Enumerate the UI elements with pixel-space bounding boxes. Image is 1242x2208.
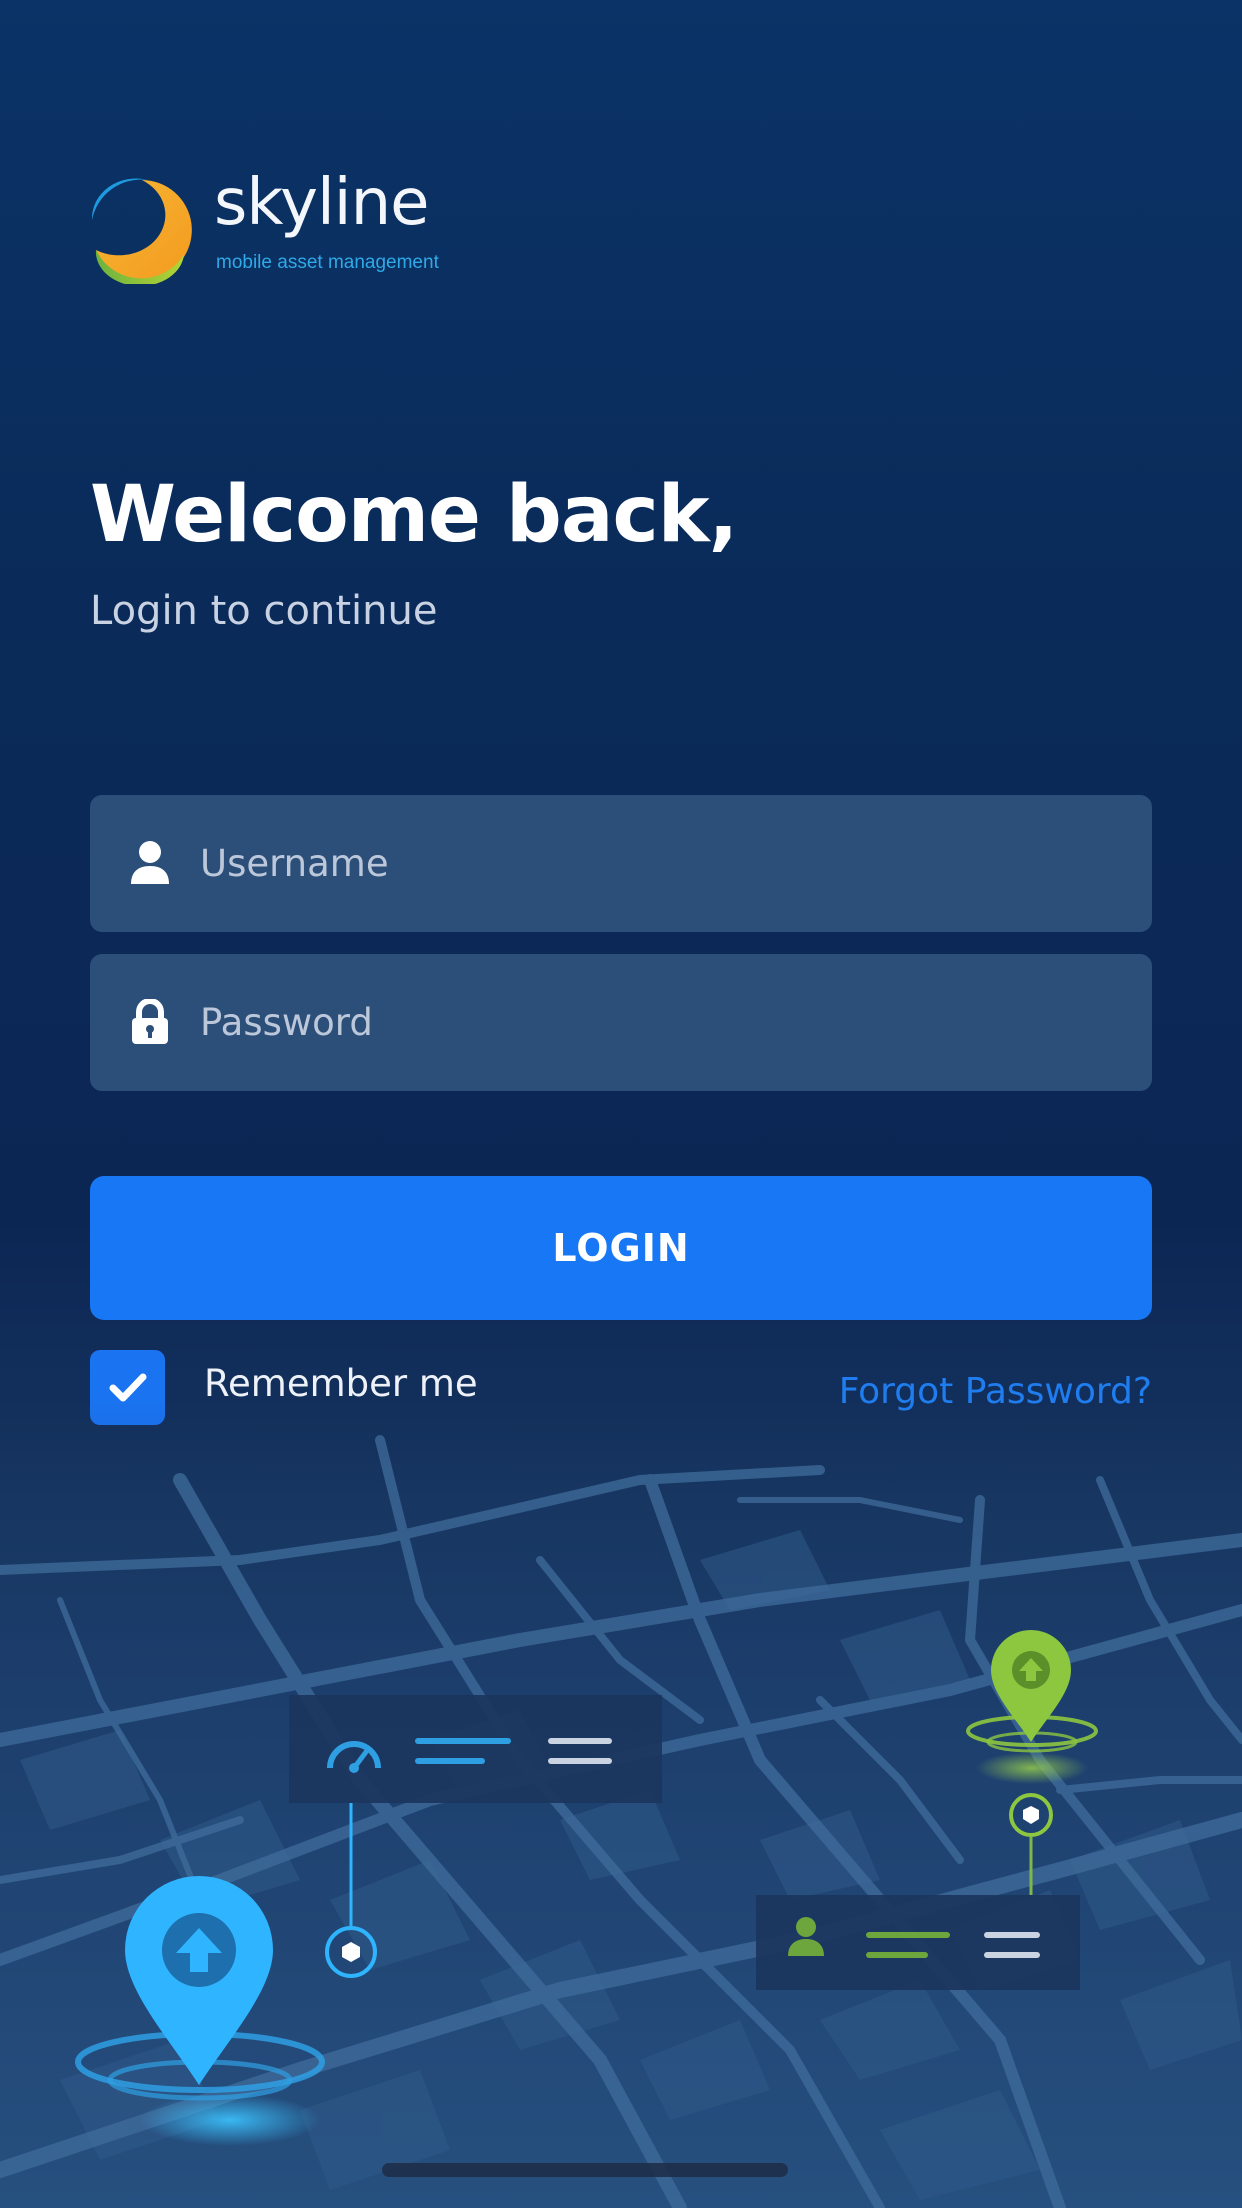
login-screen: skyline mobile asset management Welcome … xyxy=(0,0,1242,2208)
remember-me-label[interactable]: Remember me xyxy=(204,1362,478,1405)
login-button[interactable]: LOGIN xyxy=(90,1176,1152,1320)
password-field[interactable] xyxy=(90,954,1152,1091)
logo-mark-icon xyxy=(91,178,192,284)
page-title: Welcome back, xyxy=(90,470,738,560)
logo-tagline: mobile asset management xyxy=(216,252,439,273)
lock-icon xyxy=(132,999,168,1044)
home-indicator[interactable] xyxy=(382,2163,788,2177)
page-subtitle: Login to continue xyxy=(90,588,438,634)
map-illustration xyxy=(0,1400,1242,2208)
password-input[interactable] xyxy=(200,954,1120,1091)
logo-wordmark: skyline xyxy=(214,166,429,240)
user-icon xyxy=(131,841,169,884)
username-field[interactable] xyxy=(90,795,1152,932)
username-input[interactable] xyxy=(200,795,1120,932)
app-logo: skyline mobile asset management xyxy=(88,166,439,288)
